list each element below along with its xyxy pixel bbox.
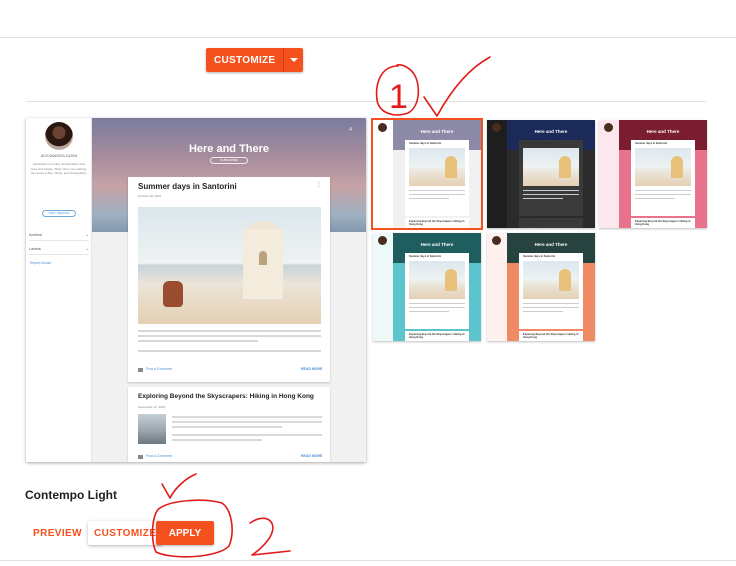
avatar xyxy=(45,122,73,150)
chevron-down-icon: ⌄ xyxy=(85,232,89,237)
thumb-post-title: Exploring Beyond the Skyscrapers: Hiking… xyxy=(635,220,691,226)
thumb-post-image xyxy=(523,261,579,299)
customize-button[interactable]: CUSTOMIZE xyxy=(206,48,284,72)
theme-name: Contempo Light xyxy=(25,488,117,502)
post-card: Summer days in Santorini October 19, 201… xyxy=(128,177,330,382)
post-title: Exploring Beyond the Skyscrapers: Hiking… xyxy=(138,393,314,400)
thumb-post-title: Exploring Beyond the Skyscrapers: Hiking… xyxy=(409,333,465,339)
post-image xyxy=(138,207,321,324)
preview-button[interactable]: PREVIEW xyxy=(33,521,82,545)
thumb-sidebar xyxy=(373,120,393,228)
thumb-post-card: Summer days in Santorini xyxy=(519,253,583,329)
avatar xyxy=(492,236,501,245)
thumb-post-title: Summer days in Santorini xyxy=(635,142,667,145)
sidebar-item-labels: Labels ⌄ xyxy=(29,246,89,255)
customize-theme-button[interactable]: CUSTOMIZE xyxy=(88,521,163,545)
theme-variant-thumbnail[interactable]: Here and There Summer days in Santorini Ex… xyxy=(373,233,481,341)
post-image xyxy=(138,414,166,444)
post-comment-link: Post a Comment xyxy=(146,454,173,458)
comment-icon xyxy=(138,455,143,459)
thumb-sidebar xyxy=(487,233,507,341)
divider-bottom xyxy=(0,560,736,561)
preview-sidebar: ALEXANDRA DUNN Alexandra is a writer and… xyxy=(26,118,92,462)
visit-profile-button: VISIT PROFILE xyxy=(42,210,76,217)
post-title: Summer days in Santorini xyxy=(138,182,237,191)
author-name: ALEXANDRA DUNN xyxy=(40,153,78,158)
annotation-label: 1 xyxy=(389,78,408,116)
thumb-post-card: Exploring Beyond the Skyscrapers: Hiking… xyxy=(519,331,583,341)
thumb-post-card: Exploring Beyond the Skyscrapers: Hiking… xyxy=(519,218,583,228)
thumb-post-image xyxy=(409,148,465,186)
thumb-post-card: Summer days in Santorini xyxy=(405,140,469,216)
share-icon: ⋮ xyxy=(316,182,322,188)
post-date: September 12, 2016 xyxy=(138,405,166,409)
thumb-post-card: Summer days in Santorini xyxy=(631,140,695,216)
avatar xyxy=(378,236,387,245)
post-comment-link: Post a Comment xyxy=(146,367,173,371)
annotation-circle xyxy=(375,64,420,116)
post-card: Exploring Beyond the Skyscrapers: Hiking… xyxy=(128,387,330,462)
theme-variant-thumbnail[interactable]: Here and There Summer days in Santorini Ex… xyxy=(487,233,595,341)
thumb-post-image xyxy=(409,261,465,299)
thumb-post-card: Exploring Beyond the Skyscrapers: Hiking… xyxy=(405,218,469,228)
thumb-sidebar xyxy=(599,120,619,228)
annotation-label: 2 xyxy=(244,555,245,557)
divider-mid xyxy=(26,101,706,102)
search-icon: ⌕ xyxy=(349,126,353,133)
thumb-title: Here and There xyxy=(646,129,680,134)
theme-variant-thumbnail[interactable]: Here and There Summer days in Santorini Ex… xyxy=(599,120,707,228)
thumb-post-title: Summer days in Santorini xyxy=(409,255,441,258)
subscribe-button: SUBSCRIBE xyxy=(210,157,248,164)
read-more-link: READ MORE xyxy=(301,454,323,458)
divider-top xyxy=(0,37,736,38)
thumb-post-title: Summer days in Santorini xyxy=(523,142,555,145)
avatar xyxy=(378,123,387,132)
annotation-checkmark xyxy=(161,473,197,499)
blog-title: Here and There xyxy=(188,143,270,155)
post-date: October 19, 2016 xyxy=(138,194,162,198)
avatar xyxy=(492,123,501,132)
annotation-arrow xyxy=(249,517,291,556)
thumb-post-image xyxy=(523,148,579,186)
thumb-title: Here and There xyxy=(420,129,454,134)
comment-icon xyxy=(138,368,143,372)
thumb-post-card: Summer days in Santorini xyxy=(519,140,583,216)
thumb-post-title: Exploring Beyond the Skyscrapers: Hiking… xyxy=(523,333,579,339)
theme-variant-thumbnail[interactable]: Here and There Summer days in Santorini Ex… xyxy=(371,118,483,230)
read-more-link: READ MORE xyxy=(301,367,323,371)
apply-button[interactable]: APPLY xyxy=(156,521,214,545)
chevron-down-icon xyxy=(289,58,298,62)
thumb-post-card: Exploring Beyond the Skyscrapers: Hiking… xyxy=(405,331,469,341)
thumb-title: Here and There xyxy=(534,129,568,134)
annotation-checkmark xyxy=(423,56,491,117)
sidebar-item-archive: Archive ⌄ xyxy=(29,232,89,241)
thumb-post-title: Exploring Beyond the Skyscrapers: Hiking… xyxy=(409,220,465,226)
thumb-post-card: Exploring Beyond the Skyscrapers: Hiking… xyxy=(631,218,695,228)
thumb-post-card: Summer days in Santorini xyxy=(405,253,469,329)
sidebar-item-label: Labels xyxy=(29,246,41,251)
chevron-down-icon: ⌄ xyxy=(85,246,89,251)
sidebar-item-label: Archive xyxy=(29,232,43,237)
theme-page: CUSTOMIZE ALEXANDRA DUNN Alexandra is a … xyxy=(0,0,736,566)
customize-split-button: CUSTOMIZE xyxy=(206,48,304,72)
theme-preview: ALEXANDRA DUNN Alexandra is a writer and… xyxy=(26,118,366,462)
thumb-title: Here and There xyxy=(534,242,568,247)
thumb-post-title: Summer days in Santorini xyxy=(409,142,441,145)
thumb-post-title: Summer days in Santorini xyxy=(523,255,555,258)
avatar xyxy=(604,123,613,132)
thumb-sidebar xyxy=(373,233,393,341)
preview-main: ⌕ Here and There SUBSCRIBE Summer days i… xyxy=(92,118,366,462)
theme-variant-thumbnail[interactable]: Here and There Summer days in Santorini Ex… xyxy=(487,120,595,228)
thumb-post-image xyxy=(635,148,691,186)
thumb-sidebar xyxy=(487,120,507,228)
customize-dropdown-button[interactable] xyxy=(283,48,304,72)
thumb-post-title: Exploring Beyond the Skyscrapers: Hiking… xyxy=(523,220,579,226)
thumb-title: Here and There xyxy=(420,242,454,247)
report-abuse-link: Report Abuse xyxy=(30,261,52,265)
author-bio: Alexandra is a writer and illustrator wh… xyxy=(31,162,87,176)
